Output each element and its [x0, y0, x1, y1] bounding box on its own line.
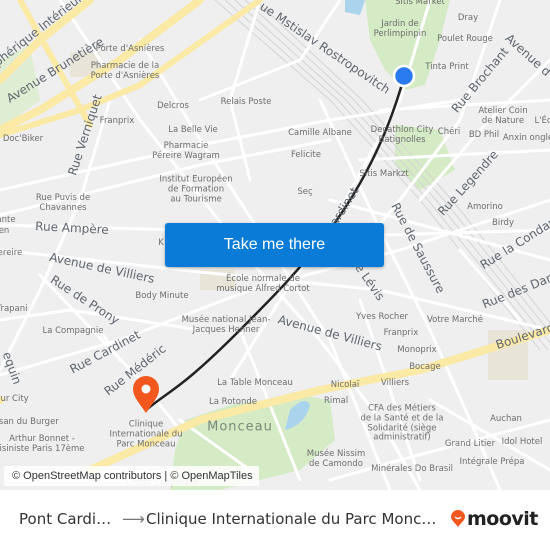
moovit-pin-icon — [451, 510, 465, 527]
map-view[interactable]: phérique Intérieur Avenue Brunetière ue … — [0, 0, 550, 490]
moovit-logo: moovit — [450, 508, 538, 530]
take-me-there-button[interactable]: Take me there — [165, 223, 384, 267]
destination-name: Clinique Internationale du Parc Monc… — [146, 510, 437, 528]
origin-name: Pont Cardi… — [19, 510, 112, 528]
arrow-right-icon: ⟶ — [122, 509, 145, 529]
moovit-wordmark: moovit — [467, 508, 538, 530]
map-attribution[interactable]: © OpenStreetMap contributors | © OpenMap… — [4, 466, 259, 486]
origin-marker — [392, 64, 416, 88]
destination-marker — [133, 376, 159, 413]
